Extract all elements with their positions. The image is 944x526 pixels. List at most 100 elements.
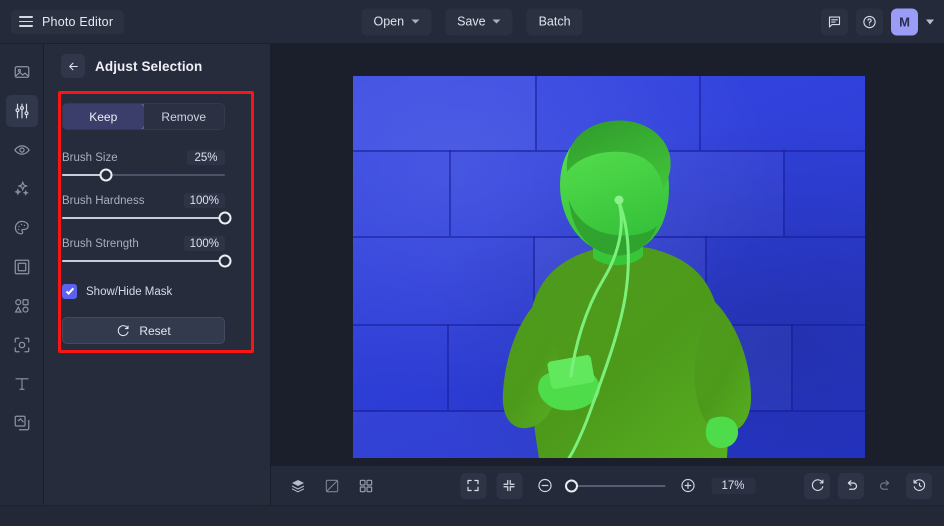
help-button[interactable] bbox=[856, 8, 883, 35]
compare-button[interactable] bbox=[319, 473, 345, 499]
page-title: Adjust Selection bbox=[95, 58, 203, 74]
redo-button[interactable] bbox=[872, 473, 898, 499]
arrow-left-icon bbox=[68, 62, 78, 70]
brush-strength-slider[interactable] bbox=[62, 254, 232, 268]
zoom-out-button[interactable] bbox=[532, 473, 558, 499]
brush-hardness-header: Brush Hardness 100% bbox=[62, 193, 225, 208]
brush-strength-header: Brush Strength 100% bbox=[62, 236, 225, 251]
brush-strength-handle[interactable] bbox=[218, 254, 232, 268]
grid-button[interactable] bbox=[353, 473, 379, 499]
open-button[interactable]: Open bbox=[361, 8, 432, 35]
minus-circle-icon bbox=[538, 478, 552, 493]
tool-rail bbox=[0, 44, 44, 526]
batch-button[interactable]: Batch bbox=[526, 8, 583, 35]
frame-icon bbox=[14, 259, 29, 275]
rail-item-image[interactable] bbox=[6, 56, 38, 88]
bottom-toolbar: 17% bbox=[271, 465, 944, 505]
rail-item-cutout[interactable] bbox=[6, 329, 38, 361]
check-icon bbox=[65, 285, 74, 295]
status-footer bbox=[0, 505, 944, 526]
refresh-icon bbox=[811, 479, 823, 491]
bottom-left-tools bbox=[285, 473, 379, 499]
save-button[interactable]: Save bbox=[445, 8, 513, 35]
comment-icon bbox=[828, 15, 841, 28]
history-controls bbox=[804, 472, 932, 499]
chevron-down-icon[interactable] bbox=[926, 19, 934, 24]
zoom-controls: 17% bbox=[460, 472, 755, 499]
rail-item-layers[interactable] bbox=[6, 407, 38, 439]
actual-size-button[interactable] bbox=[496, 472, 522, 499]
photo-editor-app: Photo Editor Open Save Batch M Adjust Se… bbox=[0, 0, 944, 526]
canvas-area[interactable] bbox=[271, 44, 944, 465]
zoom-in-button[interactable] bbox=[675, 473, 701, 499]
sparkles-icon bbox=[13, 180, 29, 196]
question-circle-icon bbox=[863, 15, 876, 28]
collapse-corners-icon bbox=[503, 479, 515, 492]
layers-copy-icon bbox=[14, 415, 29, 431]
open-label: Open bbox=[373, 14, 405, 29]
batch-label: Batch bbox=[538, 14, 571, 29]
show-hide-mask-label: Show/Hide Mask bbox=[86, 285, 173, 298]
selection-mode-segmented-control: Keep Remove bbox=[62, 103, 225, 130]
rail-item-effects[interactable] bbox=[6, 173, 38, 205]
fit-screen-button[interactable] bbox=[460, 472, 486, 499]
rail-item-color[interactable] bbox=[6, 212, 38, 244]
brush-size-value: 25% bbox=[187, 150, 225, 165]
brush-size-group: Brush Size 25% bbox=[62, 150, 225, 182]
cutout-icon bbox=[14, 337, 29, 353]
plus-circle-icon bbox=[681, 478, 695, 493]
chevron-down-icon bbox=[411, 19, 420, 24]
show-hide-mask-row[interactable]: Show/Hide Mask bbox=[62, 284, 253, 299]
adjust-selection-panel: Adjust Selection Keep Remove Brush Size … bbox=[44, 44, 271, 526]
compare-split-icon bbox=[325, 479, 339, 492]
brush-strength-fill bbox=[62, 260, 225, 262]
remove-tab[interactable]: Remove bbox=[143, 104, 224, 129]
reset-label: Reset bbox=[139, 323, 171, 338]
photo-canvas[interactable] bbox=[353, 76, 865, 458]
brush-size-handle[interactable] bbox=[99, 168, 113, 182]
redo-arrow-icon bbox=[879, 480, 889, 490]
zoom-level-value[interactable]: 17% bbox=[711, 477, 755, 494]
rail-item-retouch[interactable] bbox=[6, 134, 38, 166]
brush-hardness-slider[interactable] bbox=[62, 211, 232, 225]
zoom-slider[interactable] bbox=[565, 479, 665, 492]
brush-hardness-label: Brush Hardness bbox=[62, 194, 145, 207]
chevron-down-icon bbox=[492, 19, 501, 24]
clock-history-icon bbox=[913, 479, 925, 491]
zoom-slider-handle[interactable] bbox=[565, 479, 579, 492]
rail-item-text[interactable] bbox=[6, 368, 38, 400]
layers-button[interactable] bbox=[285, 473, 311, 499]
text-t-icon bbox=[14, 378, 29, 390]
undo-button[interactable] bbox=[838, 472, 864, 499]
refresh-icon bbox=[118, 324, 129, 336]
eye-icon bbox=[13, 145, 30, 155]
palette-icon bbox=[14, 220, 29, 235]
feedback-button[interactable] bbox=[821, 8, 848, 35]
subject-masked-green bbox=[502, 120, 751, 458]
keep-tab[interactable]: Keep bbox=[63, 104, 145, 129]
avatar[interactable]: M bbox=[891, 8, 918, 35]
rail-item-elements[interactable] bbox=[6, 290, 38, 322]
panel-body: Keep Remove Brush Size 25% Brush Hardnes… bbox=[44, 91, 271, 344]
top-bar: Photo Editor Open Save Batch M bbox=[0, 0, 944, 44]
show-hide-mask-checkbox[interactable] bbox=[62, 284, 77, 299]
brush-size-slider[interactable] bbox=[62, 168, 225, 182]
hamburger-icon bbox=[19, 16, 33, 27]
app-menu-button[interactable]: Photo Editor bbox=[11, 9, 125, 34]
brush-size-label: Brush Size bbox=[62, 151, 118, 164]
brush-hardness-group: Brush Hardness 100% bbox=[62, 193, 232, 225]
reset-button[interactable]: Reset bbox=[62, 317, 225, 344]
history-button[interactable] bbox=[906, 472, 932, 499]
brush-size-header: Brush Size 25% bbox=[62, 150, 225, 165]
rail-item-frames[interactable] bbox=[6, 251, 38, 283]
brush-hardness-handle[interactable] bbox=[218, 211, 232, 225]
brush-strength-label: Brush Strength bbox=[62, 237, 139, 250]
image-icon bbox=[14, 66, 29, 78]
rail-item-adjust[interactable] bbox=[5, 95, 38, 127]
save-label: Save bbox=[457, 14, 486, 29]
grid-four-icon bbox=[359, 479, 373, 492]
brush-strength-group: Brush Strength 100% bbox=[62, 236, 232, 268]
brush-hardness-fill bbox=[62, 217, 225, 219]
reset-view-button[interactable] bbox=[804, 472, 830, 499]
back-button[interactable] bbox=[61, 54, 85, 78]
